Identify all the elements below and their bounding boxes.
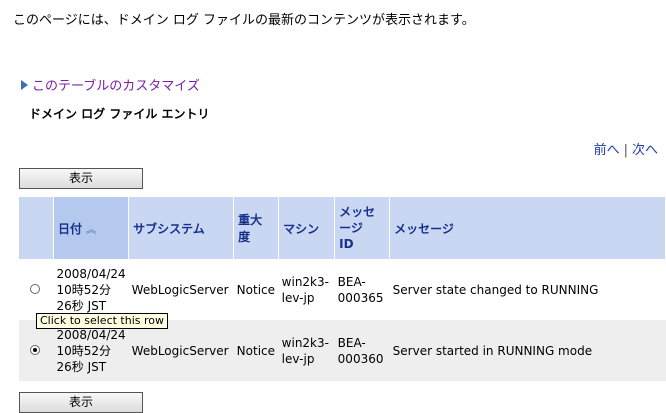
message-id-line-1: BEA- (337, 335, 366, 350)
message-column-header[interactable]: メッセージ (389, 197, 666, 259)
message-id-line-1: BEA- (337, 274, 366, 289)
message-id-cell: BEA- 000365 (334, 259, 390, 320)
date-line-1: 2008/04/24 (56, 327, 126, 342)
pager-separator: | (623, 143, 628, 158)
table-row[interactable]: 2008/04/24 10時52分 26秒 JST WebLogicServer… (19, 259, 666, 320)
row-select-radio[interactable] (30, 283, 40, 294)
severity-header-label-2[interactable]: 度 (238, 230, 250, 244)
message-id-header-label-1[interactable]: メッセ (339, 205, 375, 219)
next-link[interactable]: 次へ (632, 143, 658, 158)
message-id-line-2: 000360 (337, 351, 384, 366)
date-header-label[interactable]: 日付 (58, 222, 82, 236)
machine-line-2: lev-jp (281, 290, 315, 305)
subsystem-cell: WebLogicServer (128, 259, 234, 320)
subsystem-cell: WebLogicServer (128, 320, 234, 381)
severity-header-label-1[interactable]: 重大 (238, 213, 262, 227)
view-button-bottom[interactable]: 表示 (19, 392, 143, 413)
subsystem-column-header[interactable]: サブシステム (128, 197, 235, 259)
date-cell: 2008/04/24 10時52分 26秒 JST (53, 320, 129, 381)
row-select-tooltip: Click to select this row (36, 313, 169, 329)
severity-column-header[interactable]: 重大 度 (233, 197, 280, 259)
severity-cell: Notice (233, 320, 279, 381)
message-cell: Server state changed to RUNNING (389, 259, 666, 320)
machine-column-header[interactable]: マシン (278, 197, 336, 259)
view-button-top[interactable]: 表示 (19, 168, 143, 189)
date-column-header[interactable]: 日付 ︽ (53, 197, 130, 259)
message-id-cell: BEA- 000360 (334, 320, 390, 381)
row-select-radio[interactable] (30, 344, 40, 355)
machine-line-1: win2k3- (281, 274, 329, 289)
prev-link[interactable]: 前へ (594, 143, 620, 158)
row-select-cell (19, 259, 54, 320)
customize-table-label[interactable]: このテーブルのカスタマイズ (32, 75, 200, 94)
machine-line-2: lev-jp (281, 351, 315, 366)
page-description: このページには、ドメイン ログ ファイルの最新のコンテンツが表示されます。 (13, 13, 475, 28)
customize-table-link[interactable]: このテーブルのカスタマイズ (21, 75, 200, 94)
message-id-header-label-2[interactable]: ージ (339, 221, 363, 235)
date-line-3: 26秒 JST (56, 359, 107, 374)
select-column-header (19, 197, 54, 259)
date-line-2: 10時52分 (56, 343, 112, 358)
section-title: ドメイン ログ ファイル エントリ (29, 107, 210, 121)
subsystem-header-label[interactable]: サブシステム (133, 222, 205, 236)
severity-cell: Notice (233, 259, 279, 320)
triangle-right-icon (21, 79, 28, 90)
message-header-label[interactable]: メッセージ (394, 222, 454, 236)
sort-ascending-icon[interactable]: ︽ (86, 225, 96, 236)
row-select-cell (19, 320, 54, 381)
table-row[interactable]: 2008/04/24 10時52分 26秒 JST WebLogicServer… (19, 320, 666, 381)
message-id-header-label-3[interactable]: ID (339, 237, 353, 251)
date-cell: 2008/04/24 10時52分 26秒 JST (53, 259, 129, 320)
date-line-2: 10時52分 (56, 282, 112, 297)
date-line-3: 26秒 JST (56, 298, 107, 313)
machine-cell: win2k3- lev-jp (278, 259, 335, 320)
message-cell: Server started in RUNNING mode (389, 320, 666, 381)
machine-cell: win2k3- lev-jp (278, 320, 335, 381)
log-entries-table: 日付 ︽ サブシステム 重大 度 マシン メッセ ージ ID メッセージ 200… (19, 197, 666, 381)
date-line-1: 2008/04/24 (56, 266, 126, 281)
message-id-column-header[interactable]: メッセ ージ ID (334, 197, 391, 259)
pager: 前へ | 次へ (594, 139, 658, 158)
machine-header-label[interactable]: マシン (283, 222, 319, 236)
message-id-line-2: 000365 (337, 290, 384, 305)
machine-line-1: win2k3- (281, 335, 329, 350)
